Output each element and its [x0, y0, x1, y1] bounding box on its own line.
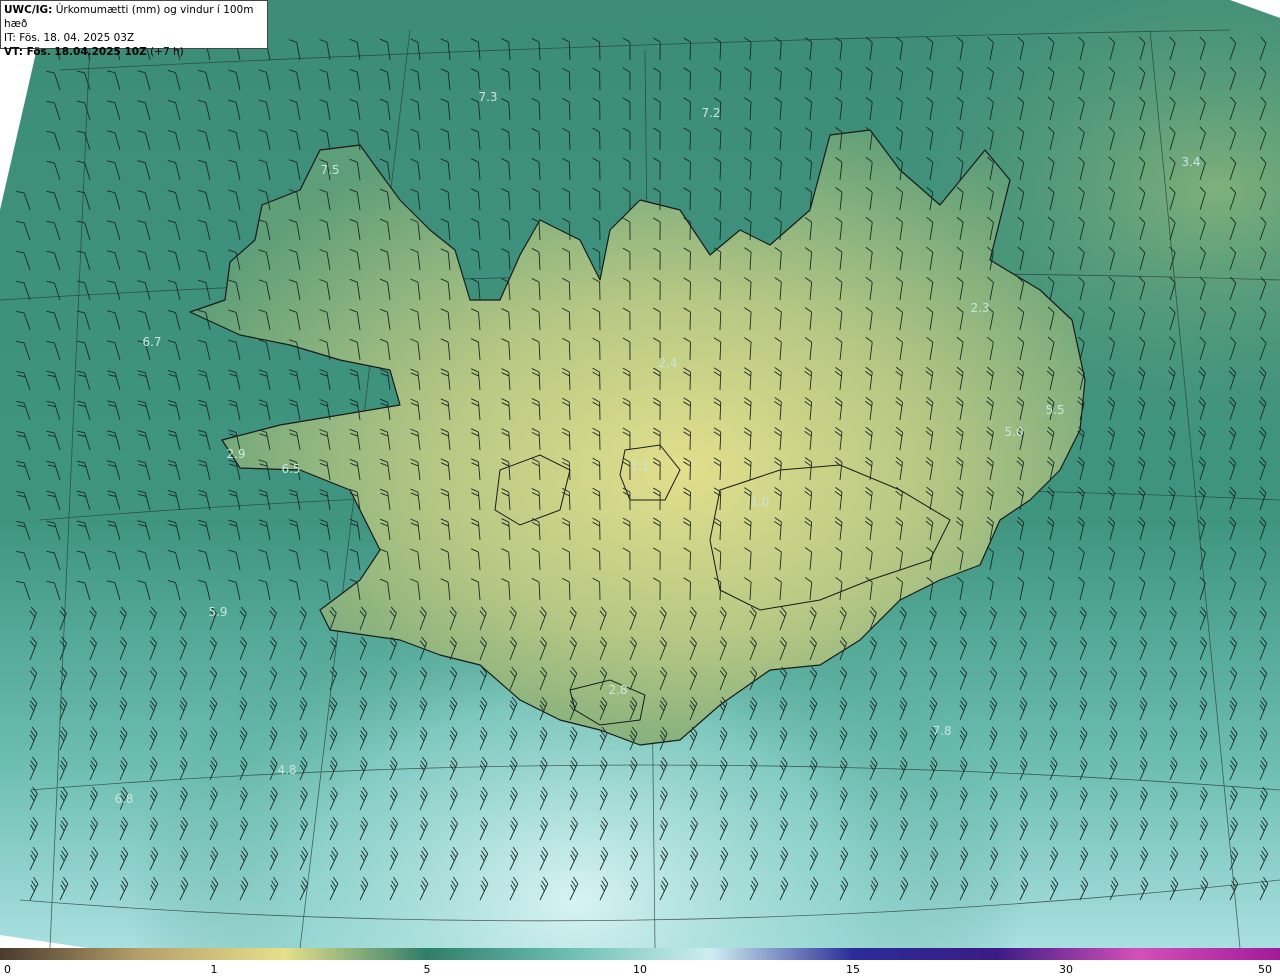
precip-value-label: 1.0: [750, 495, 769, 509]
precip-value-label: 7.3: [478, 90, 497, 104]
valid-time: VT: Fös. 18.04.2025 10Z: [4, 46, 147, 58]
map-header-box: UWC/IG: Úrkomumætti (mm) og vindur í 100…: [0, 0, 268, 58]
colorbar-tick-label: 15: [846, 963, 860, 976]
precip-value-label: 7.5: [320, 163, 339, 177]
title-line: UWC/IG: Úrkomumætti (mm) og vindur í 100…: [4, 3, 264, 31]
precip-value-label: 5.0: [1004, 425, 1023, 439]
precip-value-label: 6.5: [281, 462, 300, 476]
precip-value-label: 2.8: [608, 683, 627, 697]
precip-value-label: 2.4: [658, 356, 677, 370]
colorbar-tick-label: 0: [4, 963, 11, 976]
precip-value-label: 2.9: [226, 447, 245, 461]
precip-value-label: 7.8: [932, 724, 951, 738]
colorbar-tick-label: 5: [423, 963, 431, 976]
precip-value-label: 5.9: [208, 605, 227, 619]
colorbar: [0, 948, 1280, 960]
valid-offset: (+7 h): [150, 46, 184, 58]
colorbar-tick-label: 50: [1258, 963, 1272, 976]
precip-value-label: 7.2: [701, 106, 720, 120]
valid-time-line: VT: Fös. 18.04.2025 10Z (+7 h): [4, 45, 264, 59]
precip-value-label: 6.8: [114, 792, 133, 806]
product-code: UWC/IG:: [4, 4, 53, 16]
colorbar-tick-label: 10: [633, 963, 647, 976]
precip-value-label: 5.5: [1045, 403, 1064, 417]
colorbar-tick-label: 30: [1059, 963, 1073, 976]
initial-time: IT: Fös. 18. 04. 2025 03Z: [4, 32, 135, 44]
precip-value-label: 2.3: [970, 301, 989, 315]
precip-value-label: 1.1: [630, 459, 649, 473]
precip-value-label: 4.8: [277, 763, 296, 777]
precip-value-label: 3.4: [1181, 155, 1200, 169]
colorbar-tick-label: 1: [210, 963, 218, 976]
precip-value-label: 6.7: [142, 335, 161, 349]
weather-map: 7.3 7.2 3.4 7.5 6.7 2.4 2.3 5.5 2.9 6.5 1.0 5.9 2.8 7…: [0, 0, 1280, 948]
